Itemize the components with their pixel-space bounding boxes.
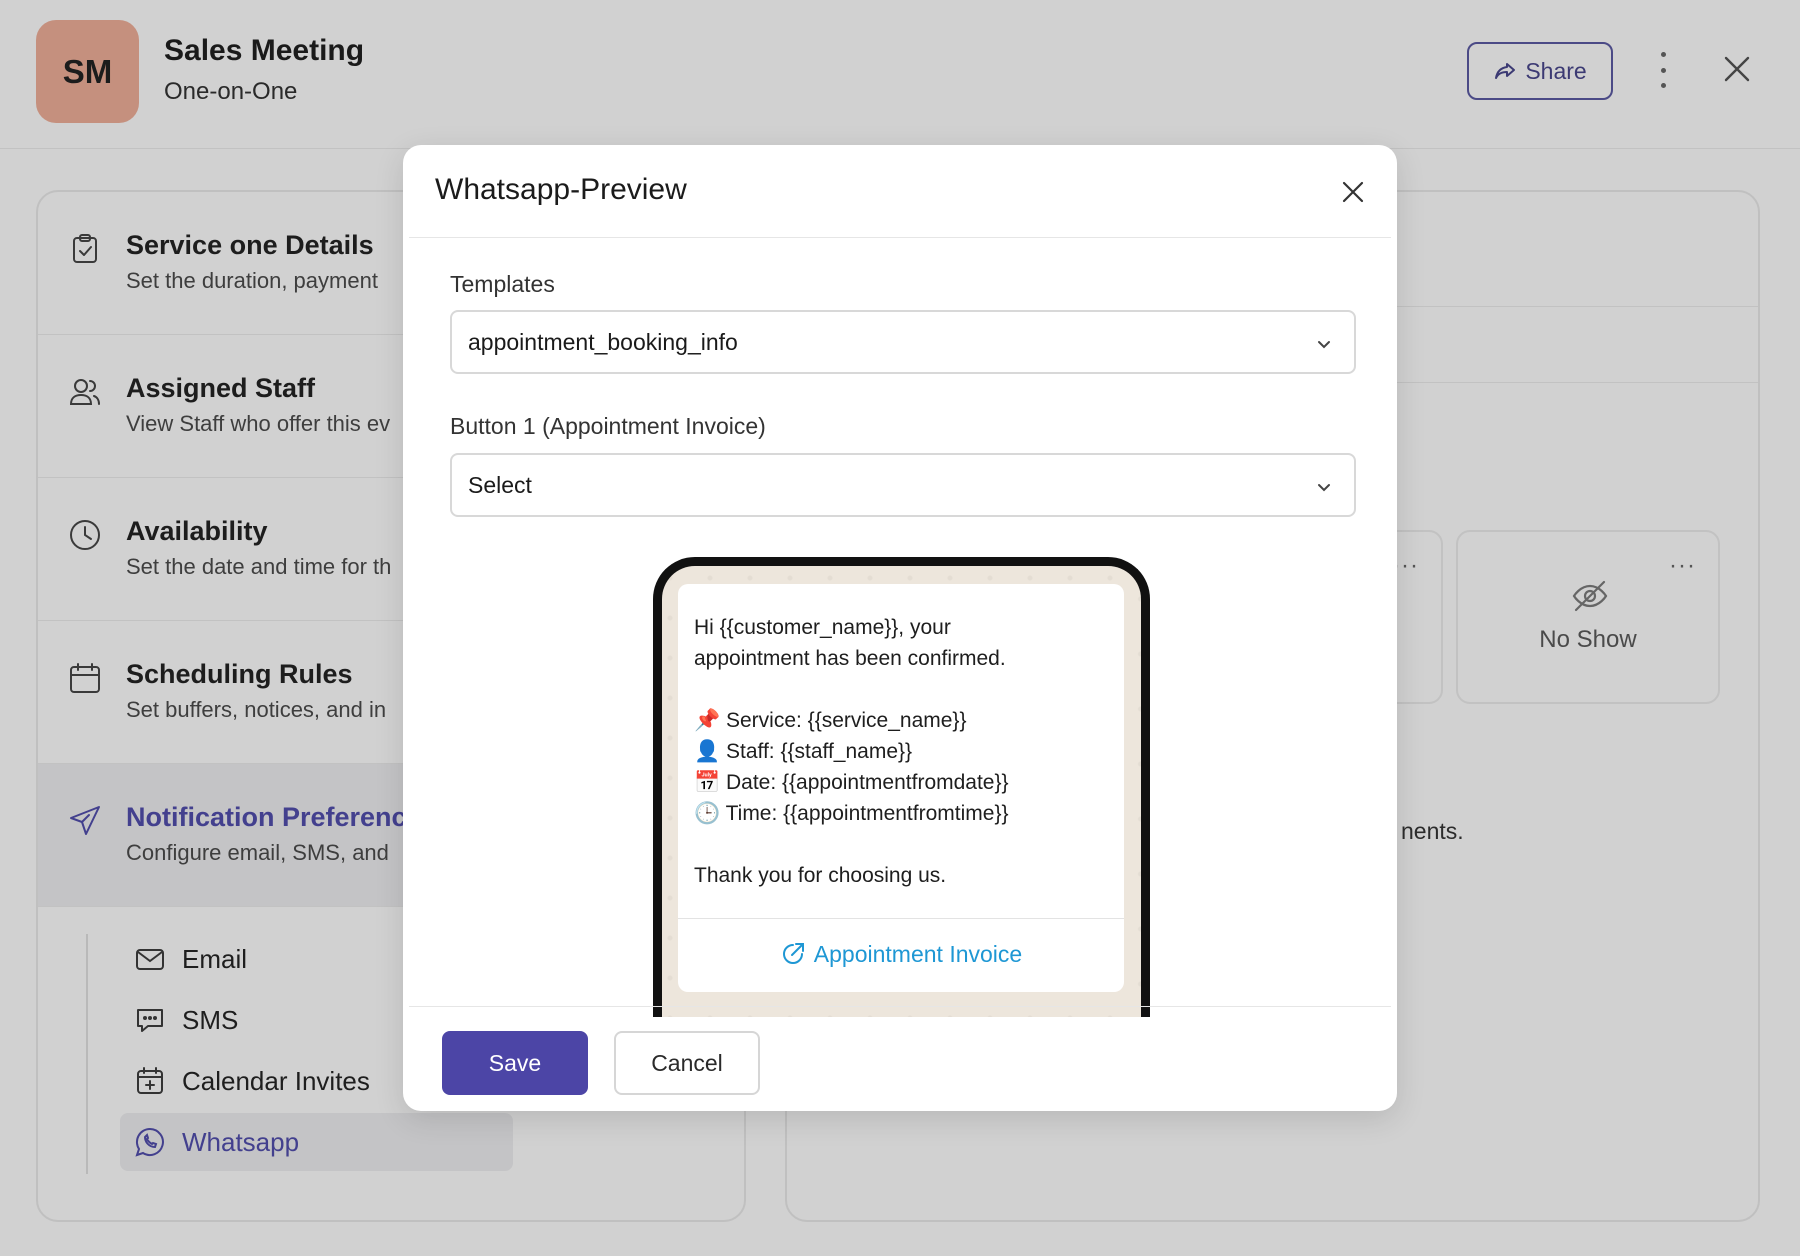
message-line: appointment has been confirmed. xyxy=(694,647,1006,670)
close-icon[interactable] xyxy=(1722,54,1752,84)
whatsapp-icon xyxy=(135,1127,164,1157)
close-icon[interactable] xyxy=(1340,179,1366,205)
chevron-down-icon xyxy=(1318,484,1330,492)
appointment-invoice-link[interactable]: Appointment Invoice xyxy=(678,919,1124,989)
message-body: Hi {{customer_name}}, your appointment h… xyxy=(694,612,1114,891)
partial-text: nents. xyxy=(1401,818,1464,844)
cancel-button[interactable]: Cancel xyxy=(614,1031,760,1095)
chevron-down-icon xyxy=(1318,341,1330,349)
avatar: SM xyxy=(36,20,139,123)
page-subtitle: One-on-One xyxy=(164,78,298,105)
message-line: 📅 Date: {{appointmentfromdate}} xyxy=(694,771,1009,794)
share-icon xyxy=(1495,63,1516,79)
card-label: No Show xyxy=(1539,626,1637,653)
share-label: Share xyxy=(1525,57,1587,84)
message-line: Thank you for choosing us. xyxy=(694,864,947,887)
sidebar-subitem-label: Whatsapp xyxy=(182,1126,300,1157)
sidebar-item-title: Assigned Staff xyxy=(126,373,316,403)
sidebar-subitem-whatsapp[interactable]: Whatsapp xyxy=(120,1113,513,1171)
sidebar-item-desc: Set buffers, notices, and in xyxy=(126,697,387,722)
sidebar-item-title: Scheduling Rules xyxy=(126,659,353,689)
divider xyxy=(409,1006,1391,1007)
sidebar-item-desc: Configure email, SMS, and xyxy=(126,840,389,865)
message-bubble: Hi {{customer_name}}, your appointment h… xyxy=(678,584,1124,992)
page-header: SM Sales Meeting One-on-One Share xyxy=(0,0,1800,149)
clipboard-check-icon xyxy=(73,234,97,263)
status-card-no-show[interactable]: ··· No Show xyxy=(1456,530,1720,704)
calendar-plus-icon xyxy=(137,1067,163,1094)
appointment-invoice-label: Appointment Invoice xyxy=(813,940,1023,967)
share-button[interactable]: Share xyxy=(1467,42,1613,100)
sidebar-subitem-label: SMS xyxy=(182,1004,239,1035)
send-icon xyxy=(70,806,100,835)
more-options-icon[interactable] xyxy=(1648,52,1678,88)
sidebar-subitem-label: Calendar Invites xyxy=(182,1065,370,1096)
sidebar-item-title: Service one Details xyxy=(126,230,374,260)
templates-select[interactable]: appointment_booking_info xyxy=(450,310,1356,374)
message-line: 🕒 Time: {{appointmentfromtime}} xyxy=(694,802,1009,825)
sidebar-item-desc: Set the date and time for th xyxy=(126,554,392,579)
card-more-icon[interactable]: ··· xyxy=(1669,552,1696,580)
page-title: Sales Meeting xyxy=(164,34,365,67)
templates-value: appointment_booking_info xyxy=(468,328,738,355)
sidebar-item-title: Notification Preference xyxy=(126,802,422,832)
templates-label: Templates xyxy=(450,271,555,297)
calendar-icon xyxy=(70,663,100,693)
mail-icon xyxy=(136,949,164,970)
subnav-line xyxy=(86,934,88,1174)
message-line: 👤 Staff: {{staff_name}} xyxy=(694,740,913,763)
button1-value: Select xyxy=(468,471,532,498)
sidebar-item-title: Availability xyxy=(126,516,268,546)
phone-preview: Hi {{customer_name}}, your appointment h… xyxy=(653,557,1150,1017)
external-link-icon xyxy=(782,943,804,964)
users-icon xyxy=(69,379,100,405)
divider xyxy=(409,237,1391,238)
sidebar-subitem-label: Email xyxy=(182,943,248,974)
sidebar-item-desc: View Staff who offer this ev xyxy=(126,411,391,436)
message-line: Hi {{customer_name}}, your xyxy=(694,616,951,639)
eye-off-icon xyxy=(1572,580,1608,612)
button1-select[interactable]: Select xyxy=(450,453,1356,517)
button1-label: Button 1 (Appointment Invoice) xyxy=(450,413,766,439)
message-line: 📌 Service: {{service_name}} xyxy=(694,709,967,732)
clock-icon xyxy=(70,520,100,550)
modal-title: Whatsapp-Preview xyxy=(435,173,687,206)
whatsapp-preview-modal: Whatsapp-Preview Templates appointment_b… xyxy=(403,145,1397,1111)
chat-icon xyxy=(137,1009,163,1032)
save-button[interactable]: Save xyxy=(442,1031,588,1095)
sidebar-item-desc: Set the duration, payment xyxy=(126,268,378,293)
